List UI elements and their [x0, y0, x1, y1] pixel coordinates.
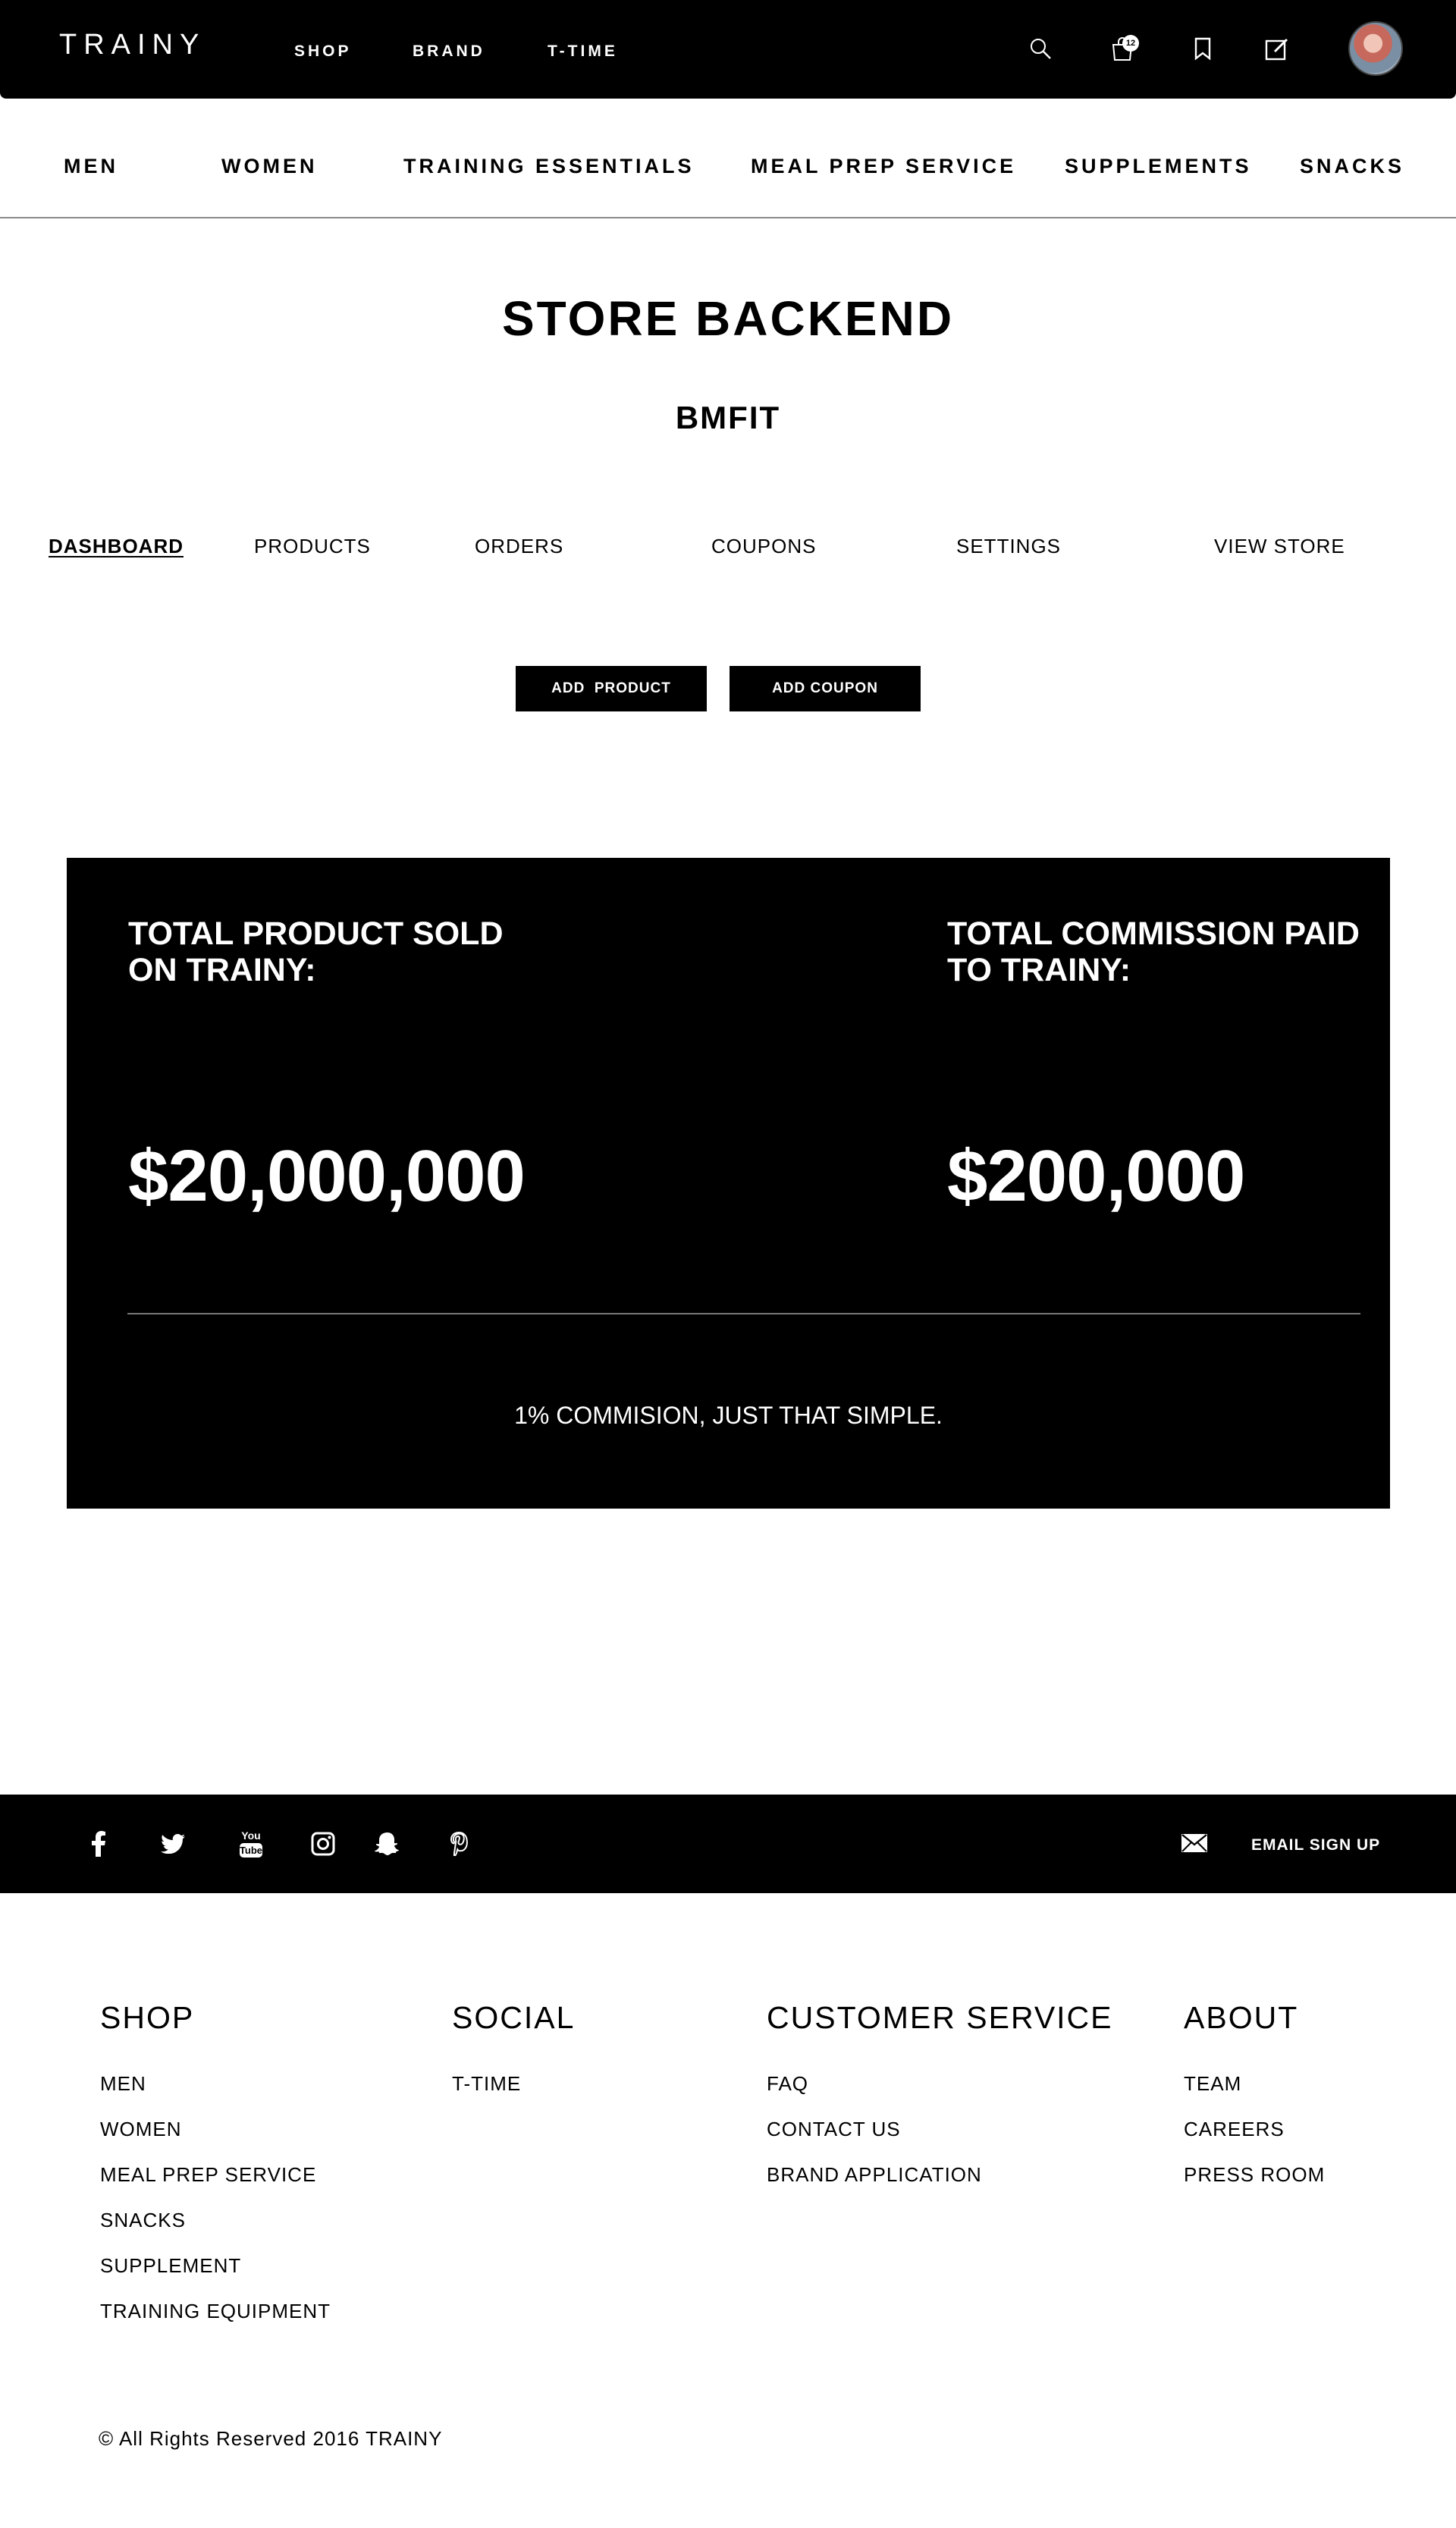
add-product-button[interactable]: ADD PRODUCT	[516, 666, 707, 711]
youtube-icon[interactable]: You Tube	[234, 1826, 268, 1861]
footer-link-men[interactable]: MEN	[100, 2072, 331, 2118]
stats-divider	[127, 1313, 1360, 1314]
add-coupon-button[interactable]: ADD COUPON	[730, 666, 921, 711]
category-nav: MEN WOMEN TRAINING ESSENTIALS MEAL PREP …	[0, 99, 1456, 218]
footer-link-press-room[interactable]: PRESS ROOM	[1184, 2163, 1325, 2209]
footer-shop-title: SHOP	[100, 2000, 195, 2035]
footer-link-training-equipment[interactable]: TRAINING EQUIPMENT	[100, 2300, 331, 2345]
cart-count-badge: 12	[1122, 35, 1139, 52]
total-commission-label: TOTAL COMMISSION PAID TO TRAINY:	[947, 915, 1360, 988]
top-nav-brand[interactable]: BRAND	[413, 42, 485, 61]
commission-note: 1% COMMISION, JUST THAT SIMPLE.	[514, 1402, 943, 1429]
category-men[interactable]: MEN	[64, 155, 118, 178]
footer-social-title: SOCIAL	[452, 2000, 576, 2035]
tab-coupons[interactable]: COUPONS	[711, 535, 816, 558]
tab-settings[interactable]: SETTINGS	[956, 535, 1061, 558]
twitter-icon[interactable]	[155, 1826, 190, 1861]
stats-panel: TOTAL PRODUCT SOLD ON TRAINY: $20,000,00…	[67, 858, 1390, 1509]
footer-about-title: ABOUT	[1184, 2000, 1299, 2035]
facebook-icon[interactable]	[81, 1826, 116, 1861]
footer-column-about: ABOUT TEAM CAREERS PRESS ROOM	[1184, 2000, 1325, 2209]
total-sold-label: TOTAL PRODUCT SOLD ON TRAINY:	[128, 915, 504, 988]
tab-dashboard[interactable]: DASHBOARD	[49, 535, 184, 558]
category-meal-prep-service[interactable]: MEAL PREP SERVICE	[751, 155, 1016, 178]
page-title: STORE BACKEND	[501, 291, 955, 346]
brand-logo[interactable]: TRAINY	[59, 29, 206, 61]
footer-link-snacks[interactable]: SNACKS	[100, 2209, 331, 2254]
pinterest-icon[interactable]	[441, 1826, 476, 1861]
tab-orders[interactable]: ORDERS	[475, 535, 563, 558]
bookmark-icon[interactable]	[1186, 32, 1219, 65]
envelope-icon[interactable]	[1181, 1834, 1207, 1856]
top-nav-t-time[interactable]: T-TIME	[548, 42, 618, 61]
footer-customer-service-title: CUSTOMER SERVICE	[767, 2000, 1113, 2035]
footer-link-women[interactable]: WOMEN	[100, 2118, 331, 2163]
footer-link-contact-us[interactable]: CONTACT US	[767, 2118, 1113, 2163]
footer-column-shop: SHOP MEN WOMEN MEAL PREP SERVICE SNACKS …	[100, 2000, 331, 2345]
category-women[interactable]: WOMEN	[221, 155, 317, 178]
footer-link-brand-application[interactable]: BRAND APPLICATION	[767, 2163, 1113, 2209]
footer-link-supplement[interactable]: SUPPLEMENT	[100, 2254, 331, 2300]
user-avatar[interactable]	[1348, 21, 1403, 76]
youtube-text-tube: Tube	[240, 1845, 262, 1856]
youtube-text-you: You	[241, 1829, 260, 1842]
footer-link-careers[interactable]: CAREERS	[1184, 2118, 1325, 2163]
footer-link-t-time[interactable]: T-TIME	[452, 2072, 575, 2118]
snapchat-icon[interactable]	[370, 1826, 405, 1861]
top-nav-shop[interactable]: SHOP	[294, 42, 352, 61]
edit-icon[interactable]	[1260, 32, 1294, 65]
footer-link-meal-prep-service[interactable]: MEAL PREP SERVICE	[100, 2163, 331, 2209]
tab-view-store[interactable]: VIEW STORE	[1214, 535, 1345, 558]
category-training-essentials[interactable]: TRAINING ESSENTIALS	[403, 155, 695, 178]
footer-link-faq[interactable]: FAQ	[767, 2072, 1113, 2118]
footer-column-social: SOCIAL T-TIME	[452, 2000, 575, 2118]
total-commission-value: $200,000	[947, 1135, 1245, 1217]
top-bar: TRAINY SHOP BRAND T-TIME 12	[0, 0, 1456, 99]
total-sold-value: $20,000,000	[128, 1135, 526, 1217]
copyright-text: © All Rights Reserved 2016 TRAINY	[99, 2427, 443, 2450]
shopping-bag-icon[interactable]: 12	[1106, 32, 1139, 65]
footer-link-team[interactable]: TEAM	[1184, 2072, 1325, 2118]
category-supplements[interactable]: SUPPLEMENTS	[1065, 155, 1252, 178]
footer-column-customer-service: CUSTOMER SERVICE FAQ CONTACT US BRAND AP…	[767, 2000, 1113, 2209]
instagram-icon[interactable]	[306, 1826, 340, 1861]
social-bar: You Tube EMAIL SIGN UP	[0, 1795, 1456, 1893]
category-snacks[interactable]: SNACKS	[1300, 155, 1404, 178]
tab-products[interactable]: PRODUCTS	[254, 535, 371, 558]
search-icon[interactable]	[1024, 32, 1057, 65]
store-name: BMFIT	[675, 400, 781, 435]
email-signup-link[interactable]: EMAIL SIGN UP	[1251, 1836, 1380, 1854]
